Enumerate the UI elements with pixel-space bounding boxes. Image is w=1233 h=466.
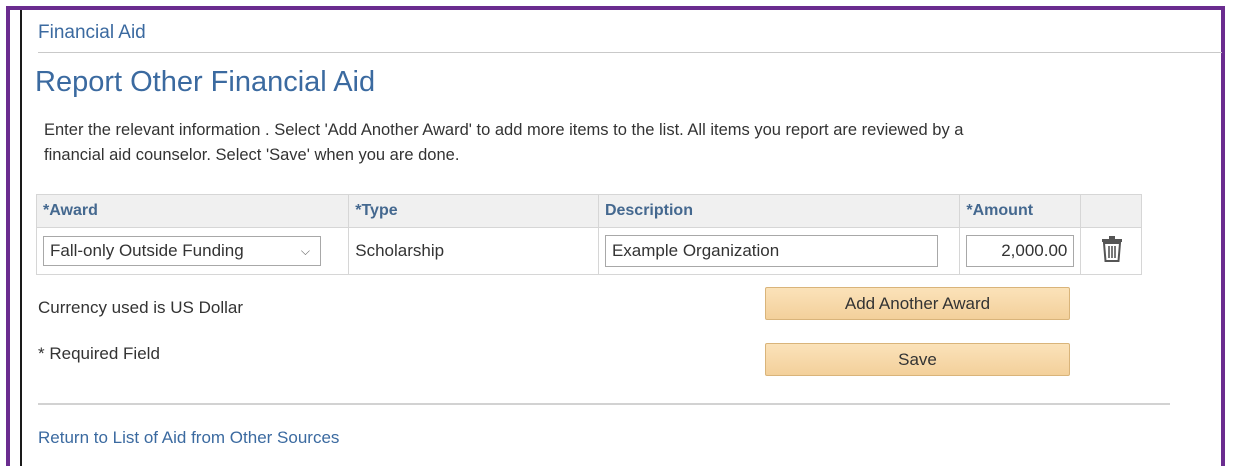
trash-icon[interactable] [1101, 235, 1123, 262]
column-header-type: *Type [348, 194, 599, 228]
award-cell: Fall-only Outside Funding ⌵ [35, 227, 350, 275]
chevron-down-icon: ⌵ [300, 243, 310, 258]
table-row: Fall-only Outside Funding ⌵ Scholarship [35, 227, 1142, 275]
required-field-note: * Required Field [38, 344, 160, 363]
table-header-row: *Award *Type Description *Amount [35, 194, 1142, 228]
type-cell: Scholarship [348, 227, 599, 275]
footer-divider [38, 403, 1170, 405]
currency-note: Currency used is US Dollar [38, 298, 244, 317]
column-header-actions [1080, 194, 1142, 228]
actions-cell [1080, 227, 1142, 275]
save-button[interactable]: Save [765, 343, 1070, 376]
column-header-amount: *Amount [959, 194, 1082, 228]
breadcrumb[interactable]: Financial Aid [38, 22, 146, 44]
column-header-description: Description [597, 194, 961, 228]
description-input[interactable] [604, 235, 938, 267]
left-border-line [20, 10, 22, 466]
awards-table: *Award *Type Description *Amount Fall-on… [35, 194, 1142, 275]
add-another-award-button[interactable]: Add Another Award [765, 287, 1070, 320]
header-divider [38, 52, 1222, 53]
amount-cell [959, 227, 1082, 275]
column-header-award: *Award [35, 194, 350, 228]
instructions-text: Enter the relevant information . Select … [44, 121, 964, 164]
return-to-list-link[interactable]: Return to List of Aid from Other Sources [38, 428, 339, 448]
page-title: Report Other Financial Aid [35, 66, 376, 98]
description-cell [597, 227, 961, 275]
amount-input[interactable] [966, 235, 1075, 267]
award-select-value: Fall-only Outside Funding [50, 241, 244, 260]
award-select[interactable]: Fall-only Outside Funding ⌵ [43, 236, 321, 266]
